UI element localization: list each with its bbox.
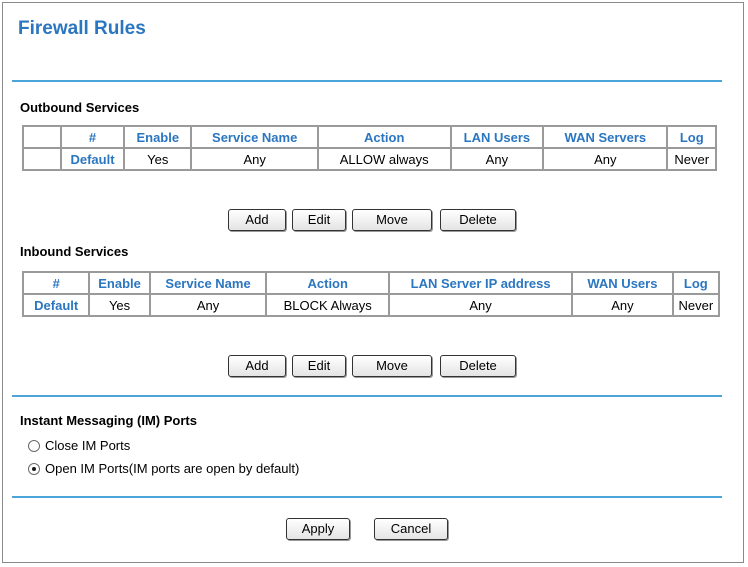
row-wan-users: Any (572, 294, 673, 316)
inbound-col-lan-server-ip: LAN Server IP address (389, 272, 573, 294)
outbound-col-select (23, 126, 61, 148)
divider-top (12, 80, 722, 82)
outbound-col-service-name: Service Name (191, 126, 318, 148)
row-wan-servers: Any (543, 148, 668, 170)
row-select-cell[interactable] (23, 148, 61, 170)
row-log: Never (667, 148, 716, 170)
divider-middle (12, 395, 722, 397)
outbound-col-enable: Enable (124, 126, 192, 148)
cancel-button[interactable]: Cancel (374, 518, 448, 540)
row-log: Never (672, 294, 719, 316)
inbound-delete-button[interactable]: Delete (440, 355, 516, 377)
outbound-move-button[interactable]: Move (352, 209, 432, 231)
inbound-header-row: # Enable Service Name Action LAN Server … (23, 272, 719, 294)
close-im-ports-option[interactable]: Close IM Ports (28, 438, 130, 453)
outbound-table: # Enable Service Name Action LAN Users W… (22, 125, 717, 171)
inbound-section-title: Inbound Services (20, 244, 129, 259)
row-number[interactable]: Default (60, 148, 125, 170)
row-action: BLOCK Always (266, 294, 390, 316)
inbound-add-button[interactable]: Add (228, 355, 286, 377)
inbound-col-log: Log (672, 272, 719, 294)
close-im-ports-label: Close IM Ports (45, 438, 131, 453)
outbound-col-action: Action (317, 126, 451, 148)
outbound-add-button[interactable]: Add (228, 209, 286, 231)
outbound-col-wan-servers: WAN Servers (543, 126, 668, 148)
outbound-header-row: # Enable Service Name Action LAN Users W… (23, 126, 716, 148)
open-im-ports-label: Open IM Ports(IM ports are open by defau… (45, 461, 300, 476)
open-im-ports-radio[interactable] (28, 462, 40, 475)
im-section-title: Instant Messaging (IM) Ports (20, 413, 197, 428)
outbound-delete-button[interactable]: Delete (440, 209, 516, 231)
outbound-col-number: # (60, 126, 125, 148)
row-enable: Yes (89, 294, 150, 316)
page-title: Firewall Rules (18, 18, 146, 39)
outbound-col-lan-users: LAN Users (450, 126, 544, 148)
inbound-col-number: # (23, 272, 90, 294)
outbound-edit-button[interactable]: Edit (292, 209, 346, 231)
outbound-col-log: Log (667, 126, 716, 148)
inbound-move-button[interactable]: Move (352, 355, 432, 377)
row-enable: Yes (124, 148, 192, 170)
close-im-ports-radio[interactable] (28, 439, 40, 452)
row-lan-users: Any (450, 148, 544, 170)
outbound-section-title: Outbound Services (20, 100, 140, 115)
row-lan-server-ip: Any (389, 294, 573, 316)
row-number[interactable]: Default (23, 294, 90, 316)
inbound-col-service-name: Service Name (149, 272, 267, 294)
open-im-ports-option[interactable]: Open IM Ports(IM ports are open by defau… (28, 461, 299, 476)
row-action: ALLOW always (317, 148, 451, 170)
inbound-col-enable: Enable (89, 272, 150, 294)
table-row[interactable]: Default Yes Any BLOCK Always Any Any Nev… (23, 294, 719, 316)
inbound-edit-button[interactable]: Edit (292, 355, 346, 377)
table-row[interactable]: Default Yes Any ALLOW always Any Any Nev… (23, 148, 716, 170)
inbound-col-action: Action (266, 272, 390, 294)
row-service-name: Any (191, 148, 318, 170)
apply-button[interactable]: Apply (286, 518, 350, 540)
inbound-col-wan-users: WAN Users (572, 272, 673, 294)
row-service-name: Any (149, 294, 267, 316)
inbound-table: # Enable Service Name Action LAN Server … (22, 271, 720, 317)
divider-bottom (12, 496, 722, 498)
